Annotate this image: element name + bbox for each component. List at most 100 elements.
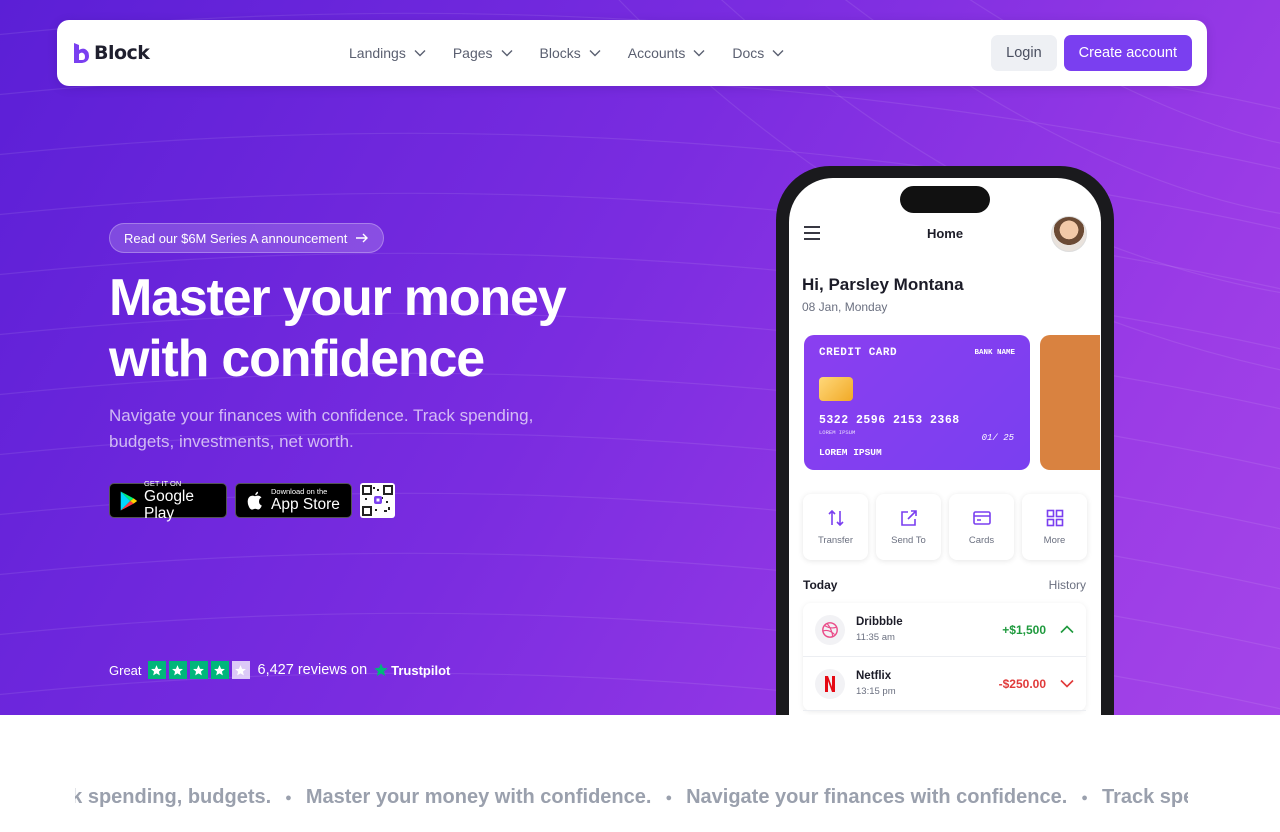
nav-item-accounts[interactable]: Accounts [628, 45, 706, 61]
nav-item-label: Blocks [539, 45, 581, 61]
card-holder: LOREM IPSUM [819, 447, 882, 458]
hero-subtext: Navigate your finances with confidence. … [109, 406, 534, 451]
google-play-icon [120, 490, 138, 511]
star-icon [210, 661, 229, 679]
transaction-list: Dribbble 11:35 am +$1,500 Netflix 13:15 … [803, 603, 1086, 711]
action-cards[interactable]: Cards [949, 494, 1014, 560]
nav-item-label: Pages [452, 45, 493, 61]
dribbble-icon [815, 614, 845, 645]
trustpilot-rating[interactable]: Great 6,427 reviews on Trustpilot [109, 661, 450, 679]
headline-line-2: with confidence [109, 330, 485, 388]
chevron-down-icon [772, 50, 784, 57]
transfer-icon [827, 509, 844, 527]
logo-text: Block [94, 42, 150, 64]
hero-headline: Master your money with confidence [109, 268, 629, 390]
trustpilot-star-icon [374, 663, 388, 676]
hero-section: Block Landings Pages Blocks Accounts Doc… [0, 0, 1280, 715]
second-card[interactable] [1040, 335, 1100, 470]
chevron-down-icon [414, 50, 426, 57]
transaction-amount: +$1,500 [1002, 622, 1046, 637]
app-store-big: App Store [271, 496, 340, 513]
send-icon [900, 510, 917, 526]
nav-item-pages[interactable]: Pages [453, 45, 513, 61]
headline-line-1: Master your money [109, 269, 567, 327]
card-bank: BANK NAME [974, 349, 1015, 357]
quick-actions: Transfer Send To Cards More [803, 494, 1087, 560]
card-number: 5322 2596 2153 2368 [819, 414, 960, 427]
login-button[interactable]: Login [991, 35, 1057, 71]
transaction-amount: -$250.00 [998, 676, 1046, 691]
nav-item-docs[interactable]: Docs [732, 45, 784, 61]
action-label: More [1043, 535, 1066, 546]
announcement-pill[interactable]: Read our $6M Series A announcement [109, 223, 385, 253]
nav-item-label: Landings [349, 45, 406, 61]
card-icon [972, 511, 991, 525]
google-play-small: GET IT ON [144, 478, 182, 488]
nav-item-landings[interactable]: Landings [349, 45, 426, 61]
action-send-to[interactable]: Send To [876, 494, 941, 560]
trustpilot-logo: Trustpilot [373, 662, 450, 678]
dynamic-island [900, 186, 990, 213]
today-label: Today [803, 578, 838, 592]
transaction-row[interactable]: Dribbble 11:35 am +$1,500 [803, 603, 1086, 657]
marquee-item: Track spending, budgets. [75, 786, 272, 808]
block-logo-icon [74, 43, 89, 63]
text-marquee: Track spending, budgets. ● Master your m… [75, 786, 1188, 816]
avatar[interactable] [1051, 216, 1087, 252]
star-icon [147, 661, 166, 679]
date: 08 Jan, Monday [802, 300, 888, 314]
chevron-up-icon [1060, 625, 1074, 634]
separator-dot: ● [665, 791, 673, 804]
card-type: CREDIT CARD [819, 347, 898, 359]
navbar: Block Landings Pages Blocks Accounts Doc… [57, 20, 1207, 86]
history-link[interactable]: History [1049, 578, 1086, 592]
card-chip-icon [819, 377, 853, 401]
google-play-badge[interactable]: GET IT ON Google Play [109, 478, 227, 522]
netflix-icon [815, 668, 845, 699]
announcement-text: Read our $6M Series A announcement [124, 230, 348, 246]
separator-dot: ● [285, 791, 292, 804]
card-expiry: 01/ 25 [981, 433, 1014, 443]
arrow-right-icon [356, 233, 369, 243]
trustpilot-text: Trustpilot [391, 662, 451, 678]
qr-code-icon [362, 485, 393, 516]
store-badges: GET IT ON Google Play Download on the Ap… [109, 478, 395, 522]
action-label: Send To [891, 535, 926, 546]
chevron-down-icon [501, 50, 513, 57]
nav-item-blocks[interactable]: Blocks [540, 45, 601, 61]
action-transfer[interactable]: Transfer [803, 494, 868, 560]
chevron-down-icon [693, 50, 705, 57]
chevron-down-icon [1060, 679, 1074, 688]
marquee-item: Navigate your finances with confidence. [686, 786, 1068, 808]
transaction-name: Dribbble [856, 616, 903, 628]
logo[interactable]: Block [72, 42, 150, 64]
qr-code [360, 483, 395, 518]
app-store-badge[interactable]: Download on the App Store [235, 483, 352, 518]
review-count: 6,427 reviews on [257, 662, 368, 678]
transaction-row[interactable]: Netflix 13:15 pm -$250.00 [803, 657, 1086, 711]
marquee-item: Master your money with confidence. [305, 786, 652, 808]
nav-item-label: Docs [732, 45, 765, 61]
chevron-down-icon [589, 50, 601, 57]
separator-dot: ● [1081, 791, 1088, 804]
nav-item-label: Accounts [627, 45, 686, 61]
transaction-time: 13:15 pm [856, 686, 896, 697]
star-icon [168, 661, 187, 679]
action-label: Cards [968, 535, 995, 546]
create-account-button[interactable]: Create account [1063, 35, 1192, 71]
credit-card[interactable]: CREDIT CARD BANK NAME 5322 2596 2153 236… [804, 335, 1030, 470]
app-store-small: Download on the [271, 487, 328, 496]
google-play-big: Google Play [144, 487, 194, 522]
grid-icon [1046, 509, 1063, 527]
marquee-item: Track spend [1101, 786, 1188, 808]
nav-actions: Login Create account [991, 35, 1192, 71]
phone-screen: Home Hi, Parsley Montana 08 Jan, Monday … [789, 178, 1101, 715]
marquee-track: Track spending, budgets. ● Master your m… [75, 786, 1188, 809]
action-label: Transfer [817, 535, 854, 546]
phone-mockup: Home Hi, Parsley Montana 08 Jan, Monday … [776, 166, 1114, 715]
rating-label: Great [109, 662, 142, 678]
star-icon [189, 661, 208, 679]
transaction-time: 11:35 am [856, 632, 895, 643]
action-more[interactable]: More [1022, 494, 1087, 560]
star-empty-icon [231, 661, 250, 679]
